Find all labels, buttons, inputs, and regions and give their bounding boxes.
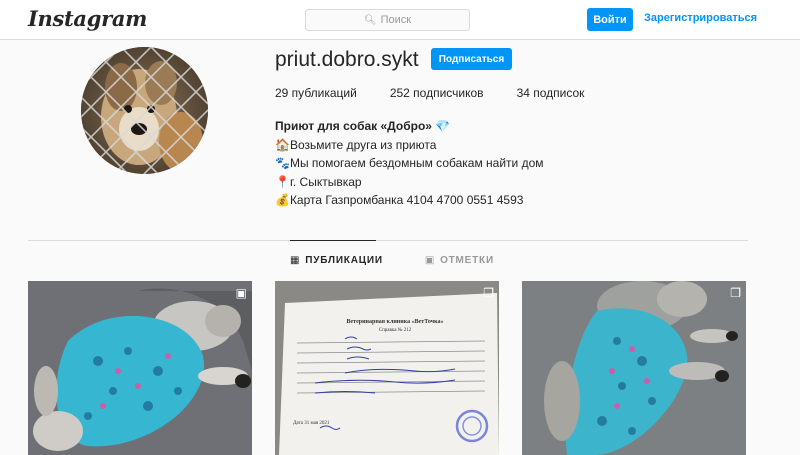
search-input[interactable]: 🔍︎ Поиск bbox=[305, 9, 470, 31]
post-thumbnail[interactable]: ▣ bbox=[28, 281, 252, 455]
section-divider bbox=[28, 240, 748, 241]
grid-icon: ▦ bbox=[290, 255, 301, 266]
document-title: Ветеринарная клиника «ВетТочка» bbox=[346, 319, 444, 325]
follow-button[interactable]: Подписаться bbox=[431, 48, 512, 70]
profile-username: priut.dobro.sykt bbox=[275, 48, 419, 71]
post-thumbnail[interactable]: Ветеринарная клиника «ВетТочка» Справка … bbox=[275, 281, 499, 455]
following-count[interactable]: 34 подписок bbox=[517, 86, 585, 100]
post-image bbox=[28, 281, 252, 455]
instagram-logo[interactable]: Instagram bbox=[28, 6, 147, 31]
post-thumbnail[interactable]: ❐ bbox=[522, 281, 746, 455]
bio-line: 🏠Возьмите друга из приюта bbox=[275, 137, 437, 152]
login-button[interactable]: Войти bbox=[587, 8, 633, 31]
profile-avatar bbox=[81, 47, 208, 174]
posts-count: 29 публикаций bbox=[275, 86, 357, 100]
search-placeholder: Поиск bbox=[380, 14, 412, 26]
followers-count[interactable]: 252 подписчиков bbox=[390, 86, 484, 100]
bio-line: 📍г. Сыктывкар bbox=[275, 174, 362, 189]
search-icon: 🔍︎ bbox=[363, 14, 377, 26]
tab-tagged-label: ОТМЕТКИ bbox=[440, 255, 494, 266]
top-navbar: Instagram 🔍︎ Поиск Войти Зарегистрироват… bbox=[0, 0, 800, 40]
video-icon: ▣ bbox=[235, 286, 247, 300]
bio-line: 💰Карта Газпромбанка 4104 4700 0551 4593 bbox=[275, 193, 524, 207]
avatar-image bbox=[81, 47, 208, 174]
carousel-icon: ❐ bbox=[483, 286, 494, 300]
post-image bbox=[522, 281, 746, 455]
profile-stats: 29 публикаций 252 подписчиков 34 подписо… bbox=[275, 86, 617, 100]
register-link[interactable]: Зарегистрироваться bbox=[644, 12, 757, 24]
document-date: Дата 31 мая 2021 bbox=[293, 421, 330, 426]
tab-posts[interactable]: ▦ ПУБЛИКАЦИИ bbox=[290, 255, 383, 266]
tagged-icon: ▣ bbox=[424, 255, 436, 266]
document-subtitle: Справка № 212 bbox=[378, 328, 412, 333]
tab-tagged[interactable]: ▣ ОТМЕТКИ bbox=[425, 255, 494, 266]
profile-tabs: ▦ ПУБЛИКАЦИИ ▣ ОТМЕТКИ bbox=[290, 255, 494, 266]
post-image bbox=[275, 281, 499, 455]
profile-bio: Приют для собак «Добро» 💎 🏠Возьмите друг… bbox=[275, 117, 544, 210]
carousel-icon: ❐ bbox=[730, 286, 741, 300]
tab-posts-label: ПУБЛИКАЦИИ bbox=[305, 255, 383, 266]
active-tab-indicator bbox=[290, 240, 376, 241]
profile-full-name: Приют для собак «Добро» 💎 bbox=[275, 119, 451, 133]
bio-line: 🐾Мы помогаем бездомным собакам найти дом bbox=[275, 156, 544, 170]
